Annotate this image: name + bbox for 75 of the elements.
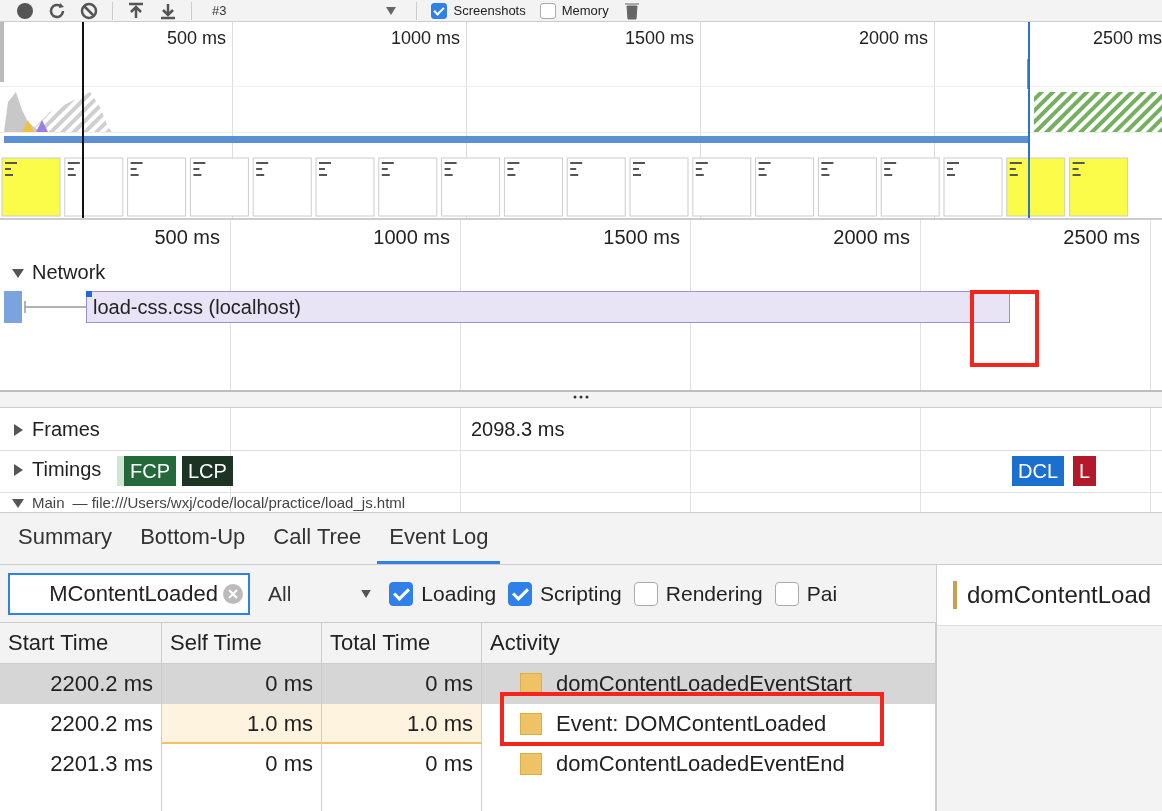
time-tick: 2500 ms	[1063, 226, 1140, 249]
time-tick: 2000 ms	[858, 28, 928, 49]
tab[interactable]: Bottom-Up	[128, 513, 258, 564]
table-cell: 1.0 ms	[162, 704, 322, 744]
table-cell: 0 ms	[322, 744, 482, 784]
checkbox[interactable]	[774, 581, 799, 606]
checkbox[interactable]	[431, 2, 448, 19]
checkbox-label: Scripting	[540, 581, 622, 606]
table-cell: 1.0 ms	[322, 704, 482, 744]
caret-icon	[386, 6, 397, 15]
table-cell: 2201.3 ms	[0, 744, 162, 784]
table-cell: 0 ms	[322, 664, 482, 704]
checkbox[interactable]	[389, 581, 414, 606]
profile-select[interactable]: #3	[206, 3, 403, 18]
event-icon	[520, 673, 542, 695]
checkbox[interactable]	[633, 581, 658, 606]
time-tick: 1500 ms	[624, 28, 694, 49]
column-header[interactable]: Total Time	[322, 622, 482, 664]
table-cell: 0 ms	[162, 744, 322, 784]
time-tick: 500 ms	[166, 28, 226, 49]
column-header[interactable]: Activity	[482, 622, 936, 664]
frame-duration: 2098.3 ms	[471, 418, 565, 441]
time-tick: 2000 ms	[833, 226, 910, 249]
checkbox[interactable]	[508, 581, 533, 606]
checkbox-label: Screenshots	[453, 3, 526, 18]
expand-triangle-icon[interactable]	[12, 463, 24, 476]
timing-marker[interactable]: L	[1073, 456, 1097, 486]
record-icon[interactable]	[16, 1, 34, 20]
time-tick: 2500 ms	[1092, 28, 1162, 49]
activity-name: domContentLoadedEventStart	[556, 671, 852, 697]
reload-icon[interactable]	[48, 1, 66, 20]
activity-name: Event: DOMContentLoaded	[556, 711, 827, 737]
time-tick: 1000 ms	[390, 28, 460, 49]
checkbox[interactable]	[539, 2, 556, 19]
clear-icon[interactable]	[80, 1, 98, 20]
track-label: Network	[32, 261, 106, 284]
expand-triangle-icon[interactable]	[12, 423, 24, 436]
details-title: domContentLoad	[967, 581, 1152, 609]
download-icon[interactable]	[159, 1, 177, 20]
timeline-overview-drawing[interactable]	[0, 22, 1162, 218]
request-marker	[86, 291, 92, 297]
profile-label: #3	[212, 3, 227, 18]
column-header[interactable]: Self Time	[162, 622, 322, 664]
timing-marker[interactable]: LCP	[182, 456, 233, 486]
category-marker	[953, 581, 957, 609]
trash-icon[interactable]	[622, 1, 641, 20]
track-label: Timings	[32, 458, 102, 481]
category-select[interactable]: All	[262, 581, 378, 606]
track-label: Main	[32, 494, 65, 511]
tab[interactable]: Summary	[6, 513, 125, 564]
table-cell: 2200.2 ms	[0, 664, 162, 704]
table-cell: 0 ms	[162, 664, 322, 704]
column-header[interactable]: Start Time	[0, 622, 162, 664]
checkbox-label: Rendering	[665, 581, 763, 606]
checkbox-label: Loading	[421, 581, 497, 606]
track-url: — file:///Users/wxj/code/local/practice/load_js.html	[72, 494, 406, 511]
timing-marker[interactable]: DCL	[1012, 456, 1064, 486]
time-tick: 500 ms	[154, 226, 220, 249]
tab[interactable]: Call Tree	[261, 513, 374, 564]
time-tick: 1500 ms	[603, 226, 680, 249]
caret-icon	[361, 589, 372, 598]
request-bar	[4, 291, 22, 323]
event-icon	[520, 753, 542, 775]
track-label: Frames	[32, 418, 100, 441]
checkbox-label: Memory	[561, 3, 609, 18]
request-bar[interactable]: load-css.css (localhost)	[86, 291, 1010, 323]
collapse-triangle-icon[interactable]	[12, 496, 24, 509]
time-tick: 1000 ms	[373, 226, 450, 249]
upload-icon[interactable]	[127, 1, 145, 20]
search-field[interactable]: MContentLoaded	[8, 572, 250, 615]
event-icon	[520, 713, 542, 735]
activity-name: domContentLoadedEventEnd	[556, 751, 845, 777]
timing-marker[interactable]: FCP	[124, 456, 176, 486]
collapse-triangle-icon[interactable]	[12, 266, 24, 279]
checkbox-label: Pai	[806, 581, 838, 606]
